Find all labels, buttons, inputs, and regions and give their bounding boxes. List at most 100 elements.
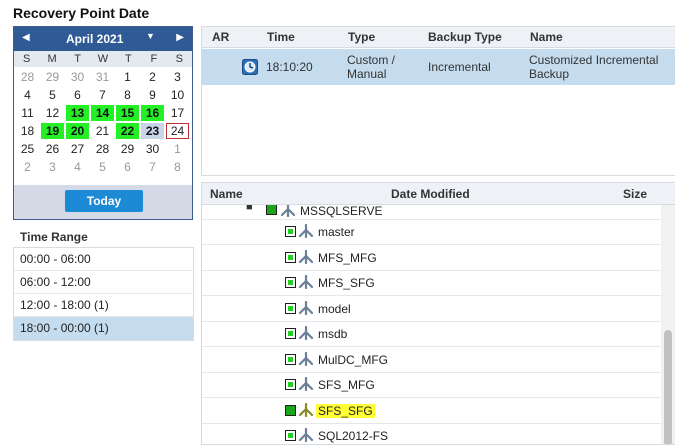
calendar-day[interactable]: 15 bbox=[116, 105, 139, 121]
calendar-day[interactable]: 26 bbox=[41, 141, 64, 157]
tree-item-row[interactable]: MFS_MFG bbox=[202, 246, 662, 271]
collapse-icon[interactable]: ■ bbox=[246, 205, 253, 213]
tree-item-row[interactable]: model bbox=[202, 297, 662, 322]
database-icon bbox=[280, 205, 296, 218]
calendar-day[interactable]: 6 bbox=[66, 87, 89, 103]
calendar-day[interactable]: 21 bbox=[91, 123, 114, 139]
database-icon bbox=[298, 224, 314, 239]
calendar-day[interactable]: 17 bbox=[166, 105, 189, 121]
calendar-day[interactable]: 3 bbox=[41, 159, 64, 175]
calendar-day[interactable]: 8 bbox=[166, 159, 189, 175]
rp-name-line1: Customized Incremental bbox=[529, 53, 659, 67]
calendar-day[interactable]: 1 bbox=[116, 69, 139, 85]
tree-item-row[interactable]: master bbox=[202, 220, 662, 245]
chevron-left-icon[interactable]: ◀ bbox=[22, 32, 30, 43]
database-icon bbox=[298, 428, 314, 443]
calendar-day[interactable]: 30 bbox=[141, 141, 164, 157]
calendar-day[interactable]: 30 bbox=[66, 69, 89, 85]
calendar-day[interactable]: 27 bbox=[66, 141, 89, 157]
calendar-day[interactable]: 23 bbox=[141, 123, 164, 139]
chevron-down-icon[interactable]: ▼ bbox=[146, 31, 155, 41]
calendar-day[interactable]: 28 bbox=[91, 141, 114, 157]
tree-checkbox[interactable] bbox=[285, 353, 296, 365]
column-file-name[interactable]: Name bbox=[210, 187, 243, 201]
calendar-day[interactable]: 3 bbox=[166, 69, 189, 85]
column-ar[interactable]: AR bbox=[212, 30, 229, 44]
calendar-day[interactable]: 2 bbox=[16, 159, 39, 175]
tree-checkbox[interactable] bbox=[285, 226, 296, 237]
calendar-day[interactable]: 4 bbox=[66, 159, 89, 175]
tree-item-label: SFS_MFG bbox=[318, 378, 375, 392]
tree-item-row[interactable]: SFS_MFG bbox=[202, 373, 662, 398]
calendar-day[interactable]: 11 bbox=[16, 105, 39, 121]
column-type[interactable]: Type bbox=[348, 30, 375, 44]
weekday-label: W bbox=[97, 53, 109, 65]
calendar-day[interactable]: 29 bbox=[41, 69, 64, 85]
scrollbar-thumb[interactable] bbox=[664, 330, 672, 444]
calendar-day[interactable]: 14 bbox=[91, 105, 114, 121]
tree-parent-row[interactable]: ■ MSSQLSERVE bbox=[202, 205, 662, 220]
calendar-days: 28 29 30 31 1 2 3 4 5 6 7 8 9 10 11 12 13 14 15 16 17 18 19 20 2… bbox=[14, 68, 192, 176]
calendar-day[interactable]: 28 bbox=[16, 69, 39, 85]
time-range-item[interactable]: 18:00 - 00:00 (1) bbox=[14, 317, 193, 340]
calendar-day[interactable]: 13 bbox=[66, 105, 89, 121]
rp-time: 18:10:20 bbox=[266, 60, 313, 74]
calendar-day[interactable]: 19 bbox=[41, 123, 64, 139]
calendar-day[interactable]: 22 bbox=[116, 123, 139, 139]
calendar-day[interactable]: 6 bbox=[116, 159, 139, 175]
calendar-day[interactable]: 18 bbox=[16, 123, 39, 139]
calendar-day[interactable]: 25 bbox=[16, 141, 39, 157]
tree-checkbox[interactable] bbox=[285, 379, 296, 390]
tree-item-row[interactable]: MulDC_MFG bbox=[202, 348, 662, 373]
calendar-month-label: April 2021 bbox=[66, 32, 124, 46]
tree-checkbox[interactable] bbox=[285, 430, 296, 441]
calendar-day[interactable]: 5 bbox=[41, 87, 64, 103]
tree-item-row[interactable]: msdb bbox=[202, 322, 662, 347]
database-icon bbox=[298, 377, 314, 392]
calendar-day[interactable]: 12 bbox=[41, 105, 64, 121]
calendar: ◀ April 2021 ▼ ▶ SMTWTFS 28 29 30 31 1 2 3 4 5 6 7… bbox=[13, 26, 193, 220]
tree-checkbox[interactable] bbox=[285, 328, 296, 339]
rp-name-line2: Backup bbox=[529, 67, 570, 81]
calendar-day[interactable]: 9 bbox=[141, 87, 164, 103]
recovery-point-table: AR Time Type Backup Type Name 18:10:20 C… bbox=[201, 26, 675, 176]
tree-checkbox[interactable] bbox=[285, 302, 296, 314]
tree-item-row[interactable]: SFS_SFG bbox=[202, 399, 662, 424]
today-button[interactable]: Today bbox=[65, 190, 143, 212]
tree-item-label: MFS_SFG bbox=[318, 276, 375, 290]
tree-item-row[interactable]: MFS_SFG bbox=[202, 271, 662, 296]
file-tree-panel: Name Date Modified Size ■ MSSQLSERVE mas… bbox=[201, 182, 675, 445]
recovery-point-row[interactable]: 18:10:20 Custom / Manual Incremental Cus… bbox=[202, 49, 675, 85]
calendar-day[interactable]: 1 bbox=[166, 141, 189, 157]
time-range-item[interactable]: 06:00 - 12:00 bbox=[14, 271, 193, 294]
tree-parent-label: MSSQLSERVE bbox=[300, 205, 383, 218]
tree-checkbox[interactable] bbox=[266, 205, 277, 215]
time-range-list: 00:00 - 06:00 06:00 - 12:00 12:00 - 18:00 … bbox=[13, 247, 194, 341]
calendar-day[interactable]: 29 bbox=[116, 141, 139, 157]
column-size[interactable]: Size bbox=[623, 187, 647, 201]
vertical-scrollbar[interactable] bbox=[661, 205, 675, 444]
tree-checkbox[interactable] bbox=[285, 251, 296, 263]
tree-item-label: SQL2012-FS bbox=[318, 429, 389, 443]
calendar-day[interactable]: 7 bbox=[141, 159, 164, 175]
time-range-item[interactable]: 12:00 - 18:00 (1) bbox=[14, 294, 193, 317]
time-range-item[interactable]: 00:00 - 06:00 bbox=[14, 248, 193, 271]
calendar-day[interactable]: 4 bbox=[16, 87, 39, 103]
tree-checkbox[interactable] bbox=[285, 277, 296, 288]
calendar-day[interactable]: 7 bbox=[91, 87, 114, 103]
calendar-day[interactable]: 2 bbox=[141, 69, 164, 85]
calendar-day[interactable]: 8 bbox=[116, 87, 139, 103]
chevron-right-icon[interactable]: ▶ bbox=[176, 32, 184, 43]
tree-item-row[interactable]: SQL2012-FS bbox=[202, 424, 662, 444]
calendar-day[interactable]: 31 bbox=[91, 69, 114, 85]
column-backup-type[interactable]: Backup Type bbox=[428, 30, 502, 44]
column-date-modified[interactable]: Date Modified bbox=[391, 187, 470, 201]
calendar-day[interactable]: 5 bbox=[91, 159, 114, 175]
calendar-day[interactable]: 20 bbox=[66, 123, 89, 139]
calendar-day[interactable]: 10 bbox=[166, 87, 189, 103]
column-name[interactable]: Name bbox=[530, 30, 563, 44]
calendar-day[interactable]: 24 bbox=[166, 123, 189, 139]
calendar-day[interactable]: 16 bbox=[141, 105, 164, 121]
tree-checkbox[interactable] bbox=[285, 404, 296, 416]
column-time[interactable]: Time bbox=[267, 30, 295, 44]
